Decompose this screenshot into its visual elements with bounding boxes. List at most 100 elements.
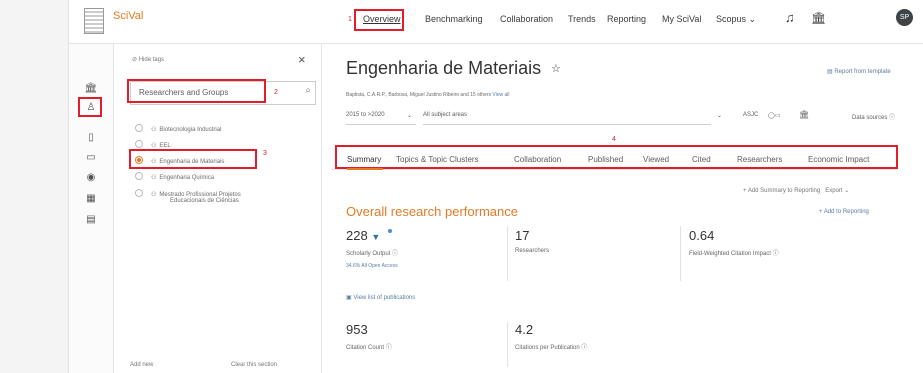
info-icon: ⓘ bbox=[889, 115, 896, 121]
annotation-number-3: 3 bbox=[263, 150, 267, 157]
fwci-value: 0.64 bbox=[689, 228, 715, 243]
nav-trends[interactable]: Trends bbox=[568, 14, 596, 24]
export-button[interactable]: Export ⌄ bbox=[825, 188, 849, 194]
metric-divider bbox=[507, 226, 508, 281]
metric-label: Scholarly Output ⓘ bbox=[346, 248, 398, 257]
group-label: Engenharia de Materiais bbox=[159, 159, 225, 165]
group-icon: ⚇ bbox=[151, 127, 157, 133]
publication-rail-icon[interactable]: ▯ bbox=[84, 131, 98, 145]
close-icon[interactable]: × bbox=[298, 52, 306, 67]
metric-label: Field-Weighted Citation Impact ⓘ bbox=[689, 248, 779, 257]
institution-rail-icon[interactable]: 🏛 bbox=[84, 82, 98, 96]
metric-label: Citations per Publication ⓘ bbox=[515, 342, 587, 351]
data-sources-link[interactable]: Data sources ⓘ bbox=[852, 112, 895, 121]
journal-rail-icon[interactable]: ▤ bbox=[84, 213, 98, 227]
open-access-label: 34.6% All Open Access bbox=[346, 263, 398, 269]
scholarly-output-label: Scholarly Output bbox=[346, 251, 391, 257]
tab-cited[interactable]: Cited bbox=[692, 155, 711, 164]
authors-line: Baptista, C.A.R.P., Barbosa, Miguel Just… bbox=[346, 92, 510, 98]
scroll-indicator-dot bbox=[388, 229, 392, 233]
user-avatar[interactable]: SP bbox=[896, 9, 913, 26]
nav-overview[interactable]: Overview bbox=[363, 14, 401, 24]
radio-button[interactable] bbox=[135, 172, 143, 180]
date-range-chevron[interactable]: ⌄ bbox=[407, 112, 412, 119]
nav-benchmarking[interactable]: Benchmarking bbox=[425, 14, 483, 24]
radio-button[interactable] bbox=[135, 124, 143, 132]
add-to-reporting-link[interactable]: + Add to Reporting bbox=[819, 209, 869, 215]
tag-icon: ⊘ bbox=[132, 57, 138, 63]
scival-app: SciVal 1 Overview Benchmarking Collabora… bbox=[68, 0, 923, 373]
scival-brand[interactable]: SciVal bbox=[113, 10, 143, 22]
nav-collaboration[interactable]: Collaboration bbox=[500, 14, 553, 24]
group-item-engenharia-quimica[interactable]: ⚇ Engenharia Química bbox=[135, 172, 214, 181]
tab-collaboration[interactable]: Collaboration bbox=[514, 155, 561, 164]
notifications-icon[interactable]: ♫ bbox=[785, 10, 795, 25]
tab-viewed[interactable]: Viewed bbox=[643, 155, 669, 164]
dropdown-triangle-icon[interactable]: ▼ bbox=[371, 232, 380, 242]
asjc-toggle[interactable]: ◯▭ bbox=[768, 112, 780, 119]
group-item-eel[interactable]: ⚇ EEL bbox=[135, 140, 171, 149]
group-item-mestrado-line2: Educacionais de Ciências bbox=[170, 198, 239, 204]
info-icon[interactable]: ⓘ bbox=[581, 345, 587, 351]
asjc-label: ASJC bbox=[743, 112, 759, 118]
tab-researchers[interactable]: Researchers bbox=[737, 155, 782, 164]
add-summary-link[interactable]: + Add Summary to Reporting bbox=[743, 188, 820, 194]
tab-summary[interactable]: Summary bbox=[347, 155, 381, 164]
subject-area-chevron[interactable]: ⌄ bbox=[717, 112, 722, 119]
star-icon[interactable]: ☆ bbox=[551, 62, 561, 75]
group-item-biotecnologia[interactable]: ⚇ Biotecnologia Industrial bbox=[135, 124, 221, 133]
country-rail-icon[interactable]: ◉ bbox=[84, 171, 98, 185]
group-item-mestrado[interactable]: ⚇ Mestrado Profissional Projetos bbox=[135, 189, 241, 198]
metric-scholarly-output: 228 ▼ Scholarly Output ⓘ 34.6% All Open … bbox=[346, 228, 398, 269]
institution-filter-icon[interactable]: 🏛 bbox=[799, 110, 809, 119]
top-navigation-bar: SciVal 1 Overview Benchmarking Collabora… bbox=[69, 0, 923, 44]
subject-area-select[interactable]: All subject areas bbox=[423, 112, 467, 118]
fwci-label: Field-Weighted Citation Impact bbox=[689, 251, 771, 257]
subject-area-value: All subject areas bbox=[423, 112, 468, 118]
radio-button[interactable] bbox=[135, 140, 143, 148]
researcher-rail-icon[interactable]: ♙ bbox=[84, 101, 98, 115]
date-range-select[interactable]: 2015 to >2020 bbox=[346, 112, 385, 118]
hide-tags-toggle[interactable]: ⊘ Hide tags bbox=[132, 56, 164, 63]
group-label: Biotecnologia Industrial bbox=[159, 127, 222, 133]
nav-reporting[interactable]: Reporting bbox=[607, 14, 646, 24]
citations-per-pub-label: Citations per Publication bbox=[515, 345, 580, 351]
info-icon[interactable]: ⓘ bbox=[773, 251, 779, 257]
nav-scopus[interactable]: Scopus ⌄ bbox=[716, 14, 756, 25]
tab-published[interactable]: Published bbox=[588, 155, 623, 164]
info-icon[interactable]: ⓘ bbox=[392, 251, 398, 257]
add-new-link[interactable]: Add new bbox=[130, 362, 153, 368]
active-tab-indicator bbox=[347, 168, 383, 170]
date-range-underline bbox=[346, 124, 416, 125]
tab-topics-clusters[interactable]: Topics & Topic Clusters bbox=[396, 155, 479, 164]
left-icon-rail: 🏛 ♙ ▯ ▭ ◉ ▦ ▤ bbox=[69, 44, 114, 373]
report-from-template-link[interactable]: ▤ Report from template bbox=[827, 68, 891, 75]
citations-per-pub-value: 4.2 bbox=[515, 322, 534, 337]
radio-button[interactable] bbox=[135, 189, 143, 197]
metric-citations-per-pub: 4.2 Citations per Publication ⓘ bbox=[515, 322, 587, 351]
group-item-engenharia-materiais[interactable]: ⚇ Engenharia de Materiais bbox=[135, 156, 224, 165]
metric-researchers: 17 Researchers bbox=[515, 228, 549, 254]
group-icon: ⚇ bbox=[151, 143, 157, 149]
citation-count-value: 953 bbox=[346, 322, 368, 337]
group-icon: ⚇ bbox=[151, 159, 157, 165]
metric-divider bbox=[680, 226, 681, 281]
view-all-link[interactable]: View all bbox=[492, 92, 509, 98]
institution-icon[interactable]: 🏛 bbox=[811, 11, 826, 25]
funding-rail-icon[interactable]: ▭ bbox=[84, 151, 98, 165]
clear-section-link[interactable]: Clear this section bbox=[231, 362, 277, 368]
citation-count-label: Citation Count bbox=[346, 345, 385, 351]
nav-my-scival[interactable]: My SciVal bbox=[662, 14, 701, 24]
scholarly-output-value: 228 bbox=[346, 228, 368, 243]
nav-scopus-label: Scopus bbox=[716, 14, 747, 24]
topic-rail-icon[interactable]: ▦ bbox=[84, 192, 98, 206]
chevron-down-icon: ⌄ bbox=[748, 14, 757, 24]
data-sources-label: Data sources bbox=[852, 115, 888, 121]
radio-button-selected[interactable] bbox=[135, 156, 143, 164]
tab-economic-impact[interactable]: Economic Impact bbox=[808, 155, 869, 164]
view-publications-link[interactable]: ▣ View list of publications bbox=[346, 294, 415, 301]
researchers-groups-search[interactable]: Researchers and Groups 2 ⌕ bbox=[127, 79, 316, 105]
info-icon[interactable]: ⓘ bbox=[386, 345, 392, 351]
page-title: Engenharia de Materiais bbox=[346, 58, 542, 78]
search-icon[interactable]: ⌕ bbox=[305, 85, 311, 96]
